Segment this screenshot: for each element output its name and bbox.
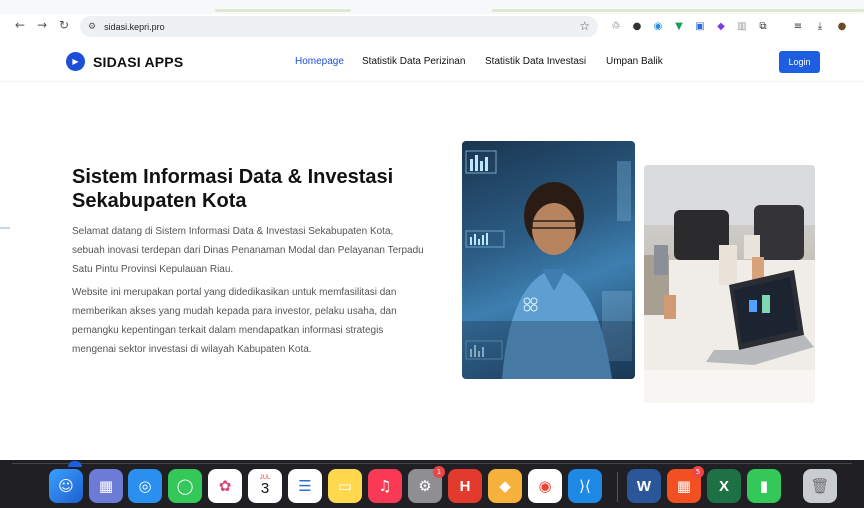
hero-image-analyst — [462, 141, 635, 379]
url-text: sidasi.kepri.pro — [104, 21, 165, 32]
menu-umpan-balik[interactable]: Umpan Balik — [606, 56, 663, 67]
numbers-icon[interactable]: ▮ — [747, 469, 781, 503]
menu-statistik-perizinan[interactable]: Statistik Data Perizinan — [362, 56, 485, 67]
reload-icon[interactable]: ↻ — [56, 17, 72, 33]
reminders-icon[interactable]: ☰ — [288, 469, 322, 503]
music-icon[interactable]: ♫ — [368, 469, 402, 503]
excel-icon[interactable]: X — [707, 469, 741, 503]
photos-icon[interactable]: ✿ — [208, 469, 242, 503]
login-button[interactable]: Login — [779, 51, 820, 73]
tab-indicator — [215, 9, 351, 12]
finder-icon[interactable]: ☺ — [49, 469, 83, 503]
dock-separator — [617, 472, 618, 502]
extension-icon[interactable]: ◉ — [651, 19, 665, 33]
system-settings-icon[interactable]: ⚙ 1 — [408, 466, 445, 503]
settings-badge: 1 — [433, 466, 445, 478]
hero-image-laptop — [644, 165, 815, 403]
calendar-icon[interactable]: JUL 3 — [248, 469, 282, 503]
db-app-icon[interactable]: ◆ — [488, 469, 522, 503]
menu-homepage[interactable]: Homepage — [295, 56, 362, 67]
profile-avatar-icon[interactable]: ● — [835, 19, 849, 33]
download-icon[interactable]: ⤓ — [813, 19, 827, 33]
dock-divider — [12, 463, 852, 464]
vscode-icon[interactable]: ⟩⟨ — [568, 469, 602, 503]
menu-statistik-investasi[interactable]: Statistik Data Investasi — [485, 56, 606, 67]
notes-icon[interactable]: ▭ — [328, 469, 362, 503]
extension-icon[interactable]: ▣ — [693, 19, 707, 33]
brand-name: SIDASI APPS — [93, 53, 184, 70]
chrome-icon[interactable]: ◉ — [528, 469, 562, 503]
address-bar[interactable]: ⚙ sidasi.kepri.pro ☆ — [80, 16, 598, 37]
h-app-icon[interactable]: H — [448, 469, 482, 503]
arrow-right-icon[interactable]: → — [34, 17, 50, 33]
calendar-day: 3 — [260, 480, 270, 497]
tab-indicator — [492, 9, 864, 12]
brand-logo-icon: ▶ — [66, 52, 85, 71]
safari-icon[interactable]: ◎ — [128, 469, 162, 503]
hero-description-paragraph: Website ini merupakan portal yang didedi… — [72, 287, 397, 355]
office-badge: 5 — [692, 466, 704, 478]
reading-list-icon[interactable]: ≡ — [791, 19, 805, 33]
trash-icon[interactable]: 🗑 — [803, 469, 837, 503]
extension-icon[interactable]: ▥ — [735, 19, 749, 33]
arrow-left-icon[interactable]: ← — [12, 17, 28, 33]
site-navbar: ▶ SIDASI APPS Homepage Statistik Data Pe… — [0, 44, 864, 82]
hero-intro-paragraph: Selamat datang di Sistem Informasi Data … — [72, 226, 424, 275]
word-icon[interactable]: W — [627, 469, 661, 503]
launchpad-icon[interactable]: ▦ — [89, 469, 123, 503]
browser-tab-strip — [0, 0, 864, 14]
extension-icon[interactable]: ◆ — [714, 19, 728, 33]
extensions-puzzle-icon[interactable]: ⧉ — [756, 19, 770, 33]
bookmark-star-icon[interactable]: ☆ — [579, 19, 590, 33]
decoration — [0, 227, 10, 229]
page-indicator — [68, 461, 82, 467]
messages-icon[interactable]: ◯ — [168, 469, 202, 503]
office-icon[interactable]: ▦ 5 — [667, 466, 704, 503]
extension-icon[interactable]: ♲ — [609, 19, 623, 33]
brand[interactable]: ▶ SIDASI APPS — [66, 52, 183, 71]
extension-icon[interactable]: ▼ — [672, 19, 686, 33]
extension-icon[interactable]: ● — [630, 19, 644, 33]
site-settings-icon[interactable]: ⚙ — [88, 22, 96, 32]
hero-title: Sistem Informasi Data & Investasi Sekabu… — [72, 166, 394, 212]
main-menu: Homepage Statistik Data Perizinan Statis… — [295, 56, 663, 67]
